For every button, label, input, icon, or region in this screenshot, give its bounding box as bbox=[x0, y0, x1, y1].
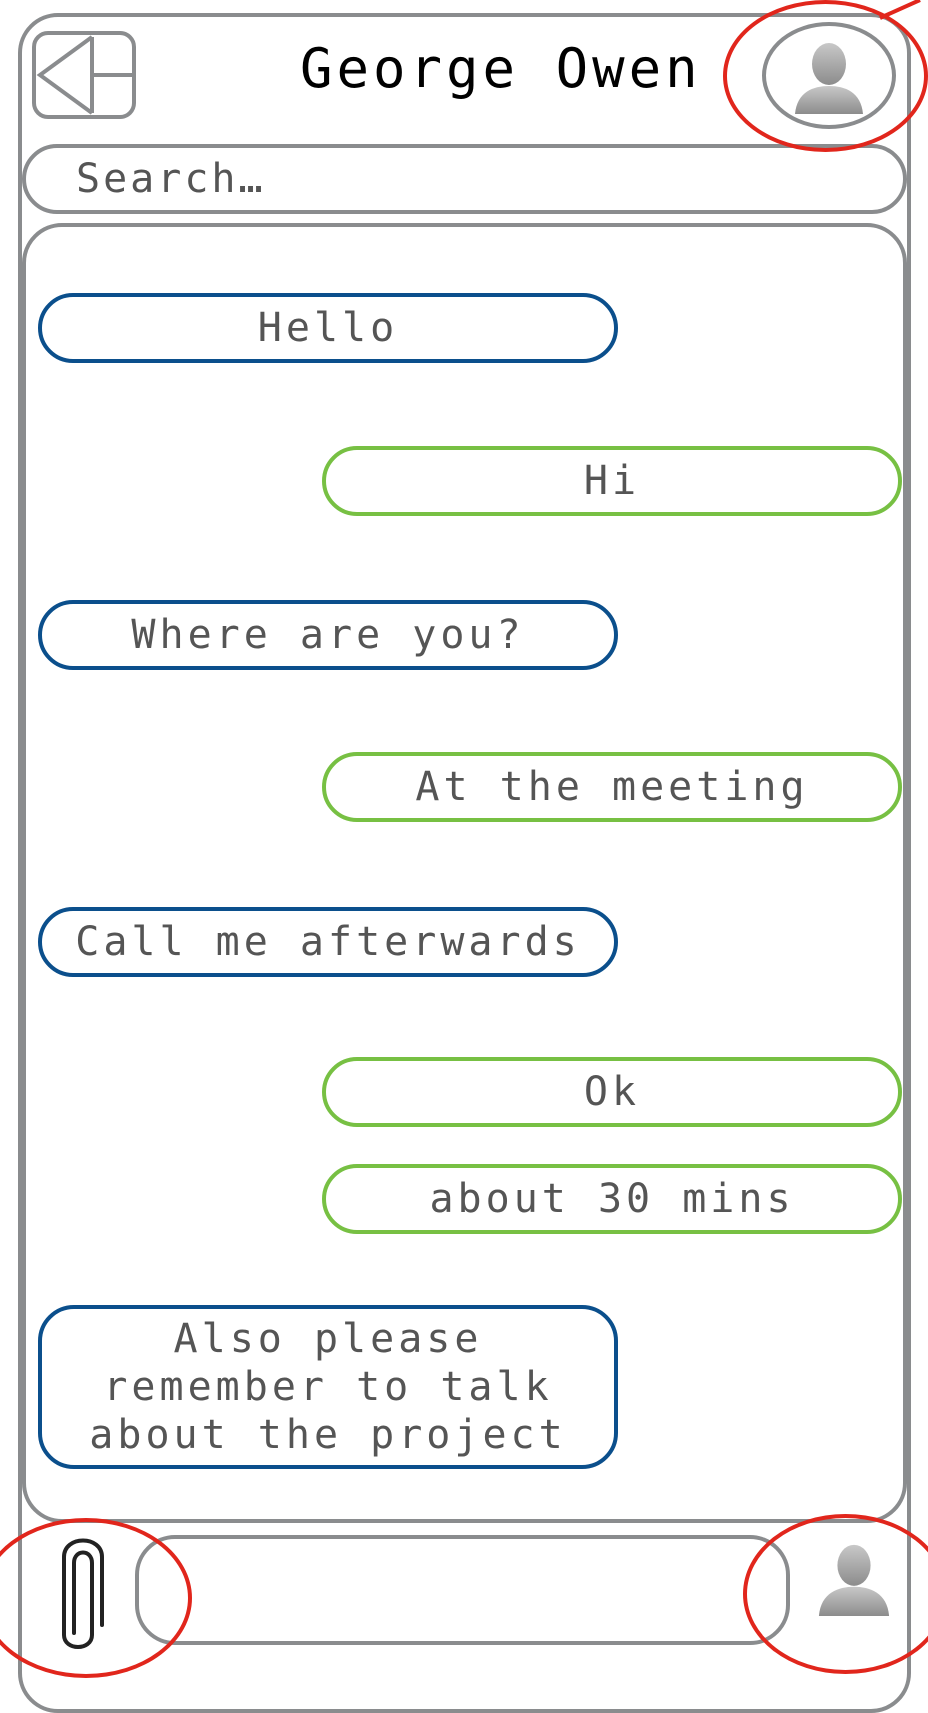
message-bubble-outgoing: Hi bbox=[322, 446, 902, 516]
message-bubble-outgoing: At the meeting bbox=[322, 752, 902, 822]
highlight-arrow-stub bbox=[879, 0, 921, 20]
search-input[interactable]: Search… bbox=[22, 144, 907, 214]
back-arrow-icon[interactable] bbox=[32, 31, 136, 119]
message-input[interactable] bbox=[135, 1535, 790, 1645]
message-bubble-outgoing: about 30 mins bbox=[322, 1164, 902, 1234]
message-bubble-incoming: Call me afterwards bbox=[38, 907, 618, 977]
message-bubble-outgoing: Ok bbox=[322, 1057, 902, 1127]
page-title: George Owen bbox=[300, 37, 702, 100]
message-bubble-incoming: Where are you? bbox=[38, 600, 618, 670]
message-bubble-incoming: Also please remember to talk about the p… bbox=[38, 1305, 618, 1469]
message-bubble-incoming: Hello bbox=[38, 293, 618, 363]
highlight-circle-avatar bbox=[723, 0, 928, 152]
